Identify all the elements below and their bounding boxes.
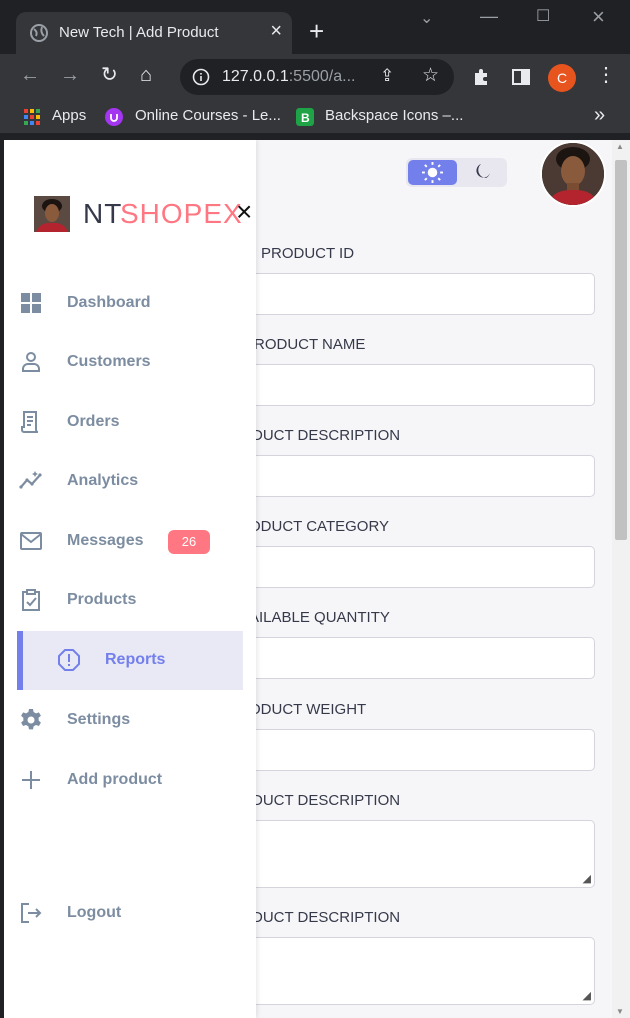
home-icon[interactable]: ⌂ [140, 64, 152, 86]
profile-photo [542, 143, 604, 205]
available-quantity-input[interactable] [204, 637, 595, 679]
sidebar-item-label: Settings [67, 711, 131, 728]
sidebar-item-label: Customers [67, 353, 151, 370]
reload-icon[interactable]: ↻ [101, 64, 118, 86]
field-label-product-category: ODUCT CATEGORY [249, 518, 390, 535]
sidebar-item-products[interactable]: Products [17, 577, 243, 623]
bookmark-apps[interactable]: Apps [52, 107, 86, 124]
sidebar-item-label: Messages [67, 532, 144, 549]
scrollbar[interactable]: ▲ ▼ [612, 140, 630, 1018]
product-description-input[interactable] [204, 455, 595, 497]
brand-logo-image [34, 196, 70, 232]
sidebar-item-label: Logout [67, 904, 122, 921]
mail-icon [20, 532, 42, 550]
site-info-icon[interactable] [192, 68, 210, 86]
sidebar-item-analytics[interactable]: Analytics [17, 458, 243, 504]
bookmarks-bar: Apps Online Courses - Le... B Backspace … [0, 100, 630, 134]
share-icon[interactable]: ⇪ [380, 66, 394, 86]
sidebar: NT SHOPEX × Dashboard Customers Orders A… [4, 140, 256, 1018]
backspace-icon: B [296, 108, 314, 126]
page-viewport: ct PRODUCT ID ROD [4, 140, 630, 1018]
grid-icon [21, 293, 41, 313]
extensions-icon[interactable] [472, 67, 492, 87]
gear-icon [21, 709, 41, 730]
theme-toggle[interactable] [406, 158, 507, 187]
product-name-input[interactable] [204, 364, 595, 406]
report-icon [58, 649, 80, 671]
field-label-available-quantity: AILABLE QUANTITY [249, 609, 390, 626]
theme-light-option[interactable] [408, 160, 457, 185]
back-icon[interactable]: ← [20, 64, 40, 86]
field-label-description-textarea-1: DUCT DESCRIPTION [252, 792, 401, 809]
brand-name-shopex: SHOPEX [120, 198, 243, 229]
window-close-icon[interactable]: × [592, 4, 605, 30]
forward-icon[interactable]: → [60, 64, 80, 86]
plus-icon [22, 771, 40, 789]
receipt-icon [21, 411, 39, 433]
messages-count-badge: 26 [168, 530, 210, 554]
sidebar-item-messages[interactable]: Messages 26 [17, 518, 243, 564]
scrollbar-thumb[interactable] [615, 160, 627, 540]
product-category-input[interactable] [204, 546, 595, 588]
browser-tabstrip: New Tech | Add Product × + ⌄ — ☐ × [0, 0, 630, 54]
logout-icon [21, 903, 42, 923]
bookmark-star-icon[interactable]: ☆ [422, 64, 439, 87]
insights-icon [19, 471, 42, 489]
sidebar-item-add-product[interactable]: Add product [17, 757, 243, 803]
globe-icon [30, 24, 48, 42]
description-textarea-1[interactable]: ◢ [204, 820, 595, 888]
new-tab-icon[interactable]: + [309, 18, 324, 44]
more-bookmarks-icon[interactable]: » [594, 104, 605, 127]
description-textarea-2[interactable]: ◢ [204, 937, 595, 1005]
sidebar-item-reports[interactable]: Reports [17, 631, 243, 690]
scroll-up-icon[interactable]: ▲ [616, 142, 624, 151]
sun-icon [422, 162, 443, 183]
url-text: 127.0.0.1:5500/a... [222, 68, 356, 85]
bookmark-backspace-icons[interactable]: Backspace Icons –... [325, 107, 463, 124]
product-id-input[interactable] [204, 273, 595, 315]
field-label-product-description: DUCT DESCRIPTION [252, 427, 401, 444]
inventory-icon [22, 589, 40, 611]
resize-grip-icon[interactable]: ◢ [583, 989, 591, 1002]
sidebar-item-label: Products [67, 591, 137, 608]
menu-kebab-icon[interactable]: ⋮ [596, 64, 616, 86]
moon-icon[interactable] [472, 162, 492, 182]
sidebar-item-label: Reports [105, 651, 166, 668]
product-weight-input[interactable] [204, 729, 595, 771]
tab-title: New Tech | Add Product [59, 24, 219, 41]
scroll-down-icon[interactable]: ▼ [616, 1007, 624, 1016]
maximize-icon[interactable]: ☐ [536, 6, 550, 26]
sidebar-item-customers[interactable]: Customers [17, 339, 243, 385]
field-label-product-id: PRODUCT ID [261, 245, 355, 262]
browser-tab[interactable]: New Tech | Add Product × [16, 12, 292, 54]
sidebar-item-dashboard[interactable]: Dashboard [17, 280, 243, 326]
brand-logo[interactable]: NT SHOPEX [34, 195, 264, 235]
address-bar[interactable]: 127.0.0.1:5500/a... ⇪ ☆ [180, 59, 454, 95]
bookmark-online-courses[interactable]: Online Courses - Le... [135, 107, 281, 124]
profile-avatar[interactable]: C [548, 64, 576, 92]
brand-name-nt: NT [83, 198, 123, 229]
user-avatar[interactable] [540, 141, 606, 207]
sidebar-item-logout[interactable]: Logout [17, 890, 243, 936]
sidebar-item-label: Orders [67, 413, 120, 430]
sidebar-item-label: Dashboard [67, 294, 151, 311]
field-label-description-textarea-2: DUCT DESCRIPTION [252, 909, 401, 926]
side-panel-icon[interactable] [511, 67, 531, 87]
sidebar-close-icon[interactable]: × [236, 198, 252, 226]
svg-text:B: B [301, 111, 310, 125]
person-icon [22, 352, 40, 372]
sidebar-item-label: Add product [67, 771, 163, 788]
tab-search-chevron-icon[interactable]: ⌄ [420, 8, 433, 28]
minimize-icon[interactable]: — [480, 6, 498, 27]
field-label-product-weight: ODUCT WEIGHT [249, 701, 367, 718]
apps-grid-icon [24, 109, 40, 125]
sidebar-item-orders[interactable]: Orders [17, 399, 243, 445]
tab-close-icon[interactable]: × [270, 21, 282, 41]
sidebar-item-label: Analytics [67, 472, 139, 489]
sidebar-item-settings[interactable]: Settings [17, 697, 243, 743]
resize-grip-icon[interactable]: ◢ [583, 872, 591, 885]
field-label-product-name: RODUCT NAME [254, 336, 366, 353]
browser-toolbar: ← → ↻ ⌂ 127.0.0.1:5500/a... ⇪ ☆ C ⋮ [0, 54, 630, 100]
udemy-icon [105, 108, 123, 126]
